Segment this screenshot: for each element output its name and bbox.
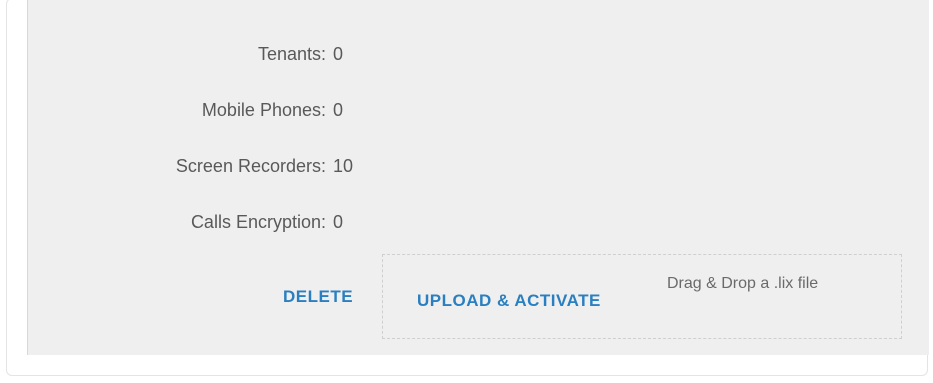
upload-activate-button[interactable]: UPLOAD & ACTIVATE bbox=[417, 291, 601, 311]
stat-value-screen-recorders: 10 bbox=[333, 156, 354, 176]
stat-row-tenants: Tenants: 0 bbox=[28, 44, 358, 74]
stat-row-screen-recorders: Screen Recorders: 10 bbox=[28, 156, 358, 186]
license-card: Tenants: 0 Mobile Phones: 0 Screen Recor… bbox=[6, 0, 929, 376]
stat-label-screen-recorders: Screen Recorders: bbox=[175, 156, 326, 176]
stat-row-mobile-phones: Mobile Phones: 0 bbox=[28, 100, 358, 130]
delete-button[interactable]: DELETE bbox=[283, 287, 353, 307]
stat-value-mobile-phones: 0 bbox=[333, 100, 344, 120]
stat-label-mobile-phones: Mobile Phones: bbox=[201, 100, 326, 120]
file-drop-zone[interactable]: UPLOAD & ACTIVATE Drag & Drop a .lix fil… bbox=[382, 254, 902, 339]
stat-label-tenants: Tenants: bbox=[257, 44, 326, 64]
stat-value-calls-encryption: 0 bbox=[333, 212, 344, 232]
stat-row-calls-encryption: Calls Encryption: 0 bbox=[28, 212, 358, 242]
drop-hint-text: Drag & Drop a .lix file bbox=[667, 275, 819, 292]
stat-label-calls-encryption: Calls Encryption: bbox=[190, 212, 326, 232]
stat-value-tenants: 0 bbox=[333, 44, 344, 64]
